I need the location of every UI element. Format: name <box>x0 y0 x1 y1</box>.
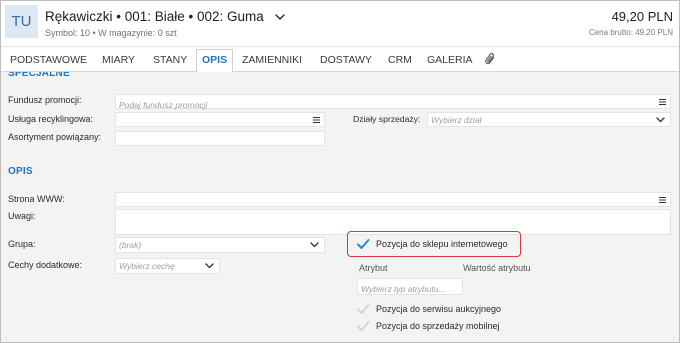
attribute-value-column-header: Wartość atrybutu <box>463 263 531 273</box>
check-icon <box>356 237 370 251</box>
chevron-down-icon <box>205 263 214 269</box>
chevron-down-icon <box>310 242 319 248</box>
usluga-recyklingowa-input[interactable] <box>116 116 324 130</box>
tab-bar: PODSTAWOWE MIARY STANY OPIS ZAMIENNIKI D… <box>0 47 680 72</box>
sprzedaz-mobilna-checkbox[interactable]: Pozycja do sprzedaży mobilnej <box>356 319 500 333</box>
sklep-internetowy-checkbox[interactable]: Pozycja do sklepu internetowego <box>356 237 508 251</box>
tab-stany[interactable]: STANY <box>153 54 187 67</box>
tab-attachments[interactable] <box>484 52 496 71</box>
paperclip-icon <box>484 52 496 71</box>
strona-www-label: Strona WWW: <box>8 194 65 204</box>
check-icon <box>356 302 370 316</box>
strona-www-input[interactable] <box>116 196 670 210</box>
price-net: 49,20 PLN <box>611 9 673 24</box>
price-gross: Cena brutto: 49,20 PLN <box>588 28 673 37</box>
cechy-dodatkowe-value: Wybierz cechę <box>119 261 175 271</box>
usluga-recyklingowa-label: Usługa recyklingowa: <box>8 114 94 124</box>
dzialy-sprzedazy-value: Wybierz dział <box>431 115 482 125</box>
fundusz-promocji-input[interactable] <box>116 98 670 112</box>
chevron-down-icon <box>656 117 665 123</box>
asortyment-powiazany-input[interactable] <box>116 135 324 149</box>
asortyment-powiazany-field <box>115 131 325 149</box>
fundusz-promocji-field <box>115 94 671 112</box>
usluga-recyklingowa-field <box>115 112 325 130</box>
attribute-type-input[interactable] <box>358 281 462 297</box>
grupa-value: (brak) <box>119 240 142 250</box>
tab-dostawy[interactable]: DOSTAWY <box>320 54 372 67</box>
attribute-column-header: Atrybut <box>359 263 388 273</box>
tab-podstawowe[interactable]: PODSTAWOWE <box>10 54 87 67</box>
section-title-opis: OPIS <box>8 166 33 177</box>
avatar: TU <box>5 5 38 38</box>
serwis-aukcyjny-checkbox[interactable]: Pozycja do serwisu aukcyjnego <box>356 302 501 316</box>
dzialy-sprzedazy-label: Działy sprzedaży: <box>353 114 421 124</box>
list-icon[interactable] <box>313 117 320 123</box>
sklep-internetowy-label: Pozycja do sklepu internetowego <box>376 238 508 249</box>
item-subtitle: Symbol: 10 • W magazynie: 0 szt <box>45 28 177 38</box>
tab-zamienniki[interactable]: ZAMIENNIKI <box>242 54 302 67</box>
tab-galeria[interactable]: GALERIA <box>427 54 473 67</box>
tab-crm[interactable]: CRM <box>388 54 412 67</box>
strona-www-field <box>115 192 671 210</box>
chevron-down-icon <box>275 14 285 20</box>
dzialy-sprzedazy-dropdown[interactable]: Wybierz dział <box>427 112 671 127</box>
sprzedaz-mobilna-label: Pozycja do sprzedaży mobilnej <box>376 320 500 331</box>
item-switcher[interactable]: Rękawiczki • 001: Białe • 002: Guma <box>45 9 285 25</box>
grupa-dropdown[interactable]: (brak) <box>115 237 325 253</box>
check-icon <box>356 319 370 333</box>
uwagi-label: Uwagi: <box>8 211 36 221</box>
serwis-aukcyjny-label: Pozycja do serwisu aukcyjnego <box>376 303 502 314</box>
grupa-label: Grupa: <box>8 239 36 249</box>
tab-miary[interactable]: MIARY <box>102 54 135 67</box>
list-icon[interactable] <box>659 99 666 105</box>
fundusz-promocji-label: Fundusz promocji: <box>8 95 82 105</box>
cechy-dodatkowe-label: Cechy dodatkowe: <box>8 260 83 270</box>
tab-opis[interactable]: OPIS <box>196 49 234 72</box>
list-icon[interactable] <box>659 197 666 203</box>
cechy-dodatkowe-dropdown[interactable]: Wybierz cechę <box>115 258 220 274</box>
item-header: TU Rękawiczki • 001: Białe • 002: Guma S… <box>0 0 680 47</box>
attribute-type-field <box>357 278 463 297</box>
page-title: Rękawiczki • 001: Białe • 002: Guma <box>45 9 264 24</box>
asortyment-powiazany-label: Asortyment powiązany: <box>8 132 102 142</box>
